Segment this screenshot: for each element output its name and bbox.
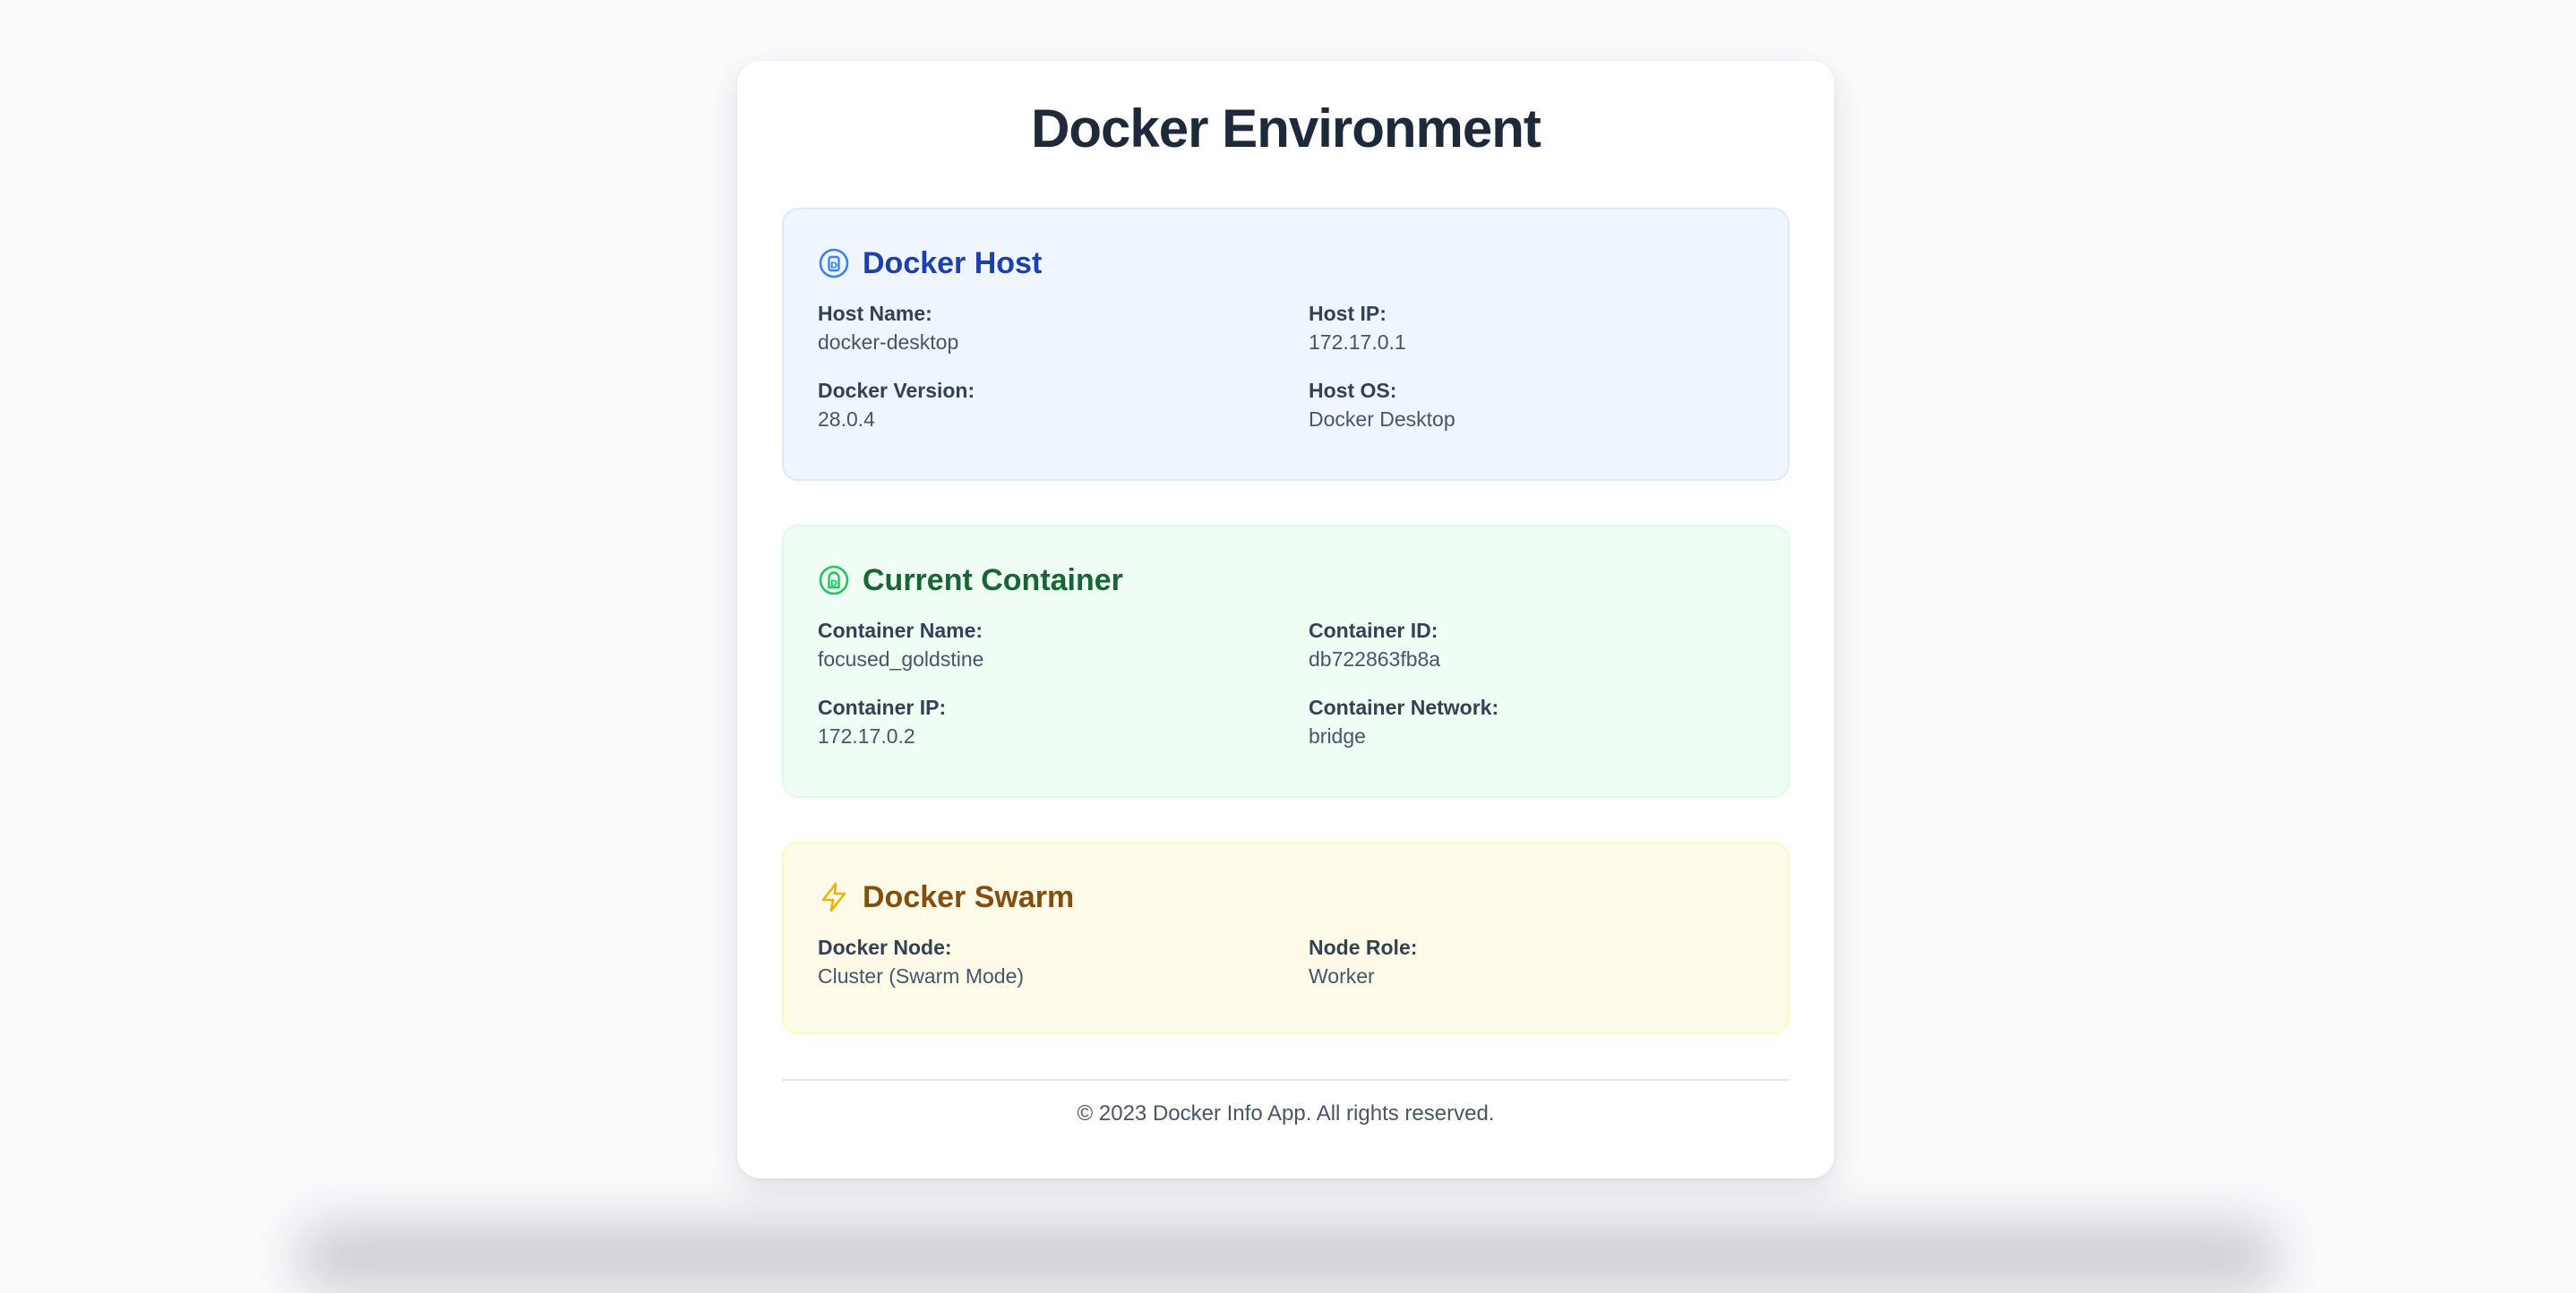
field-value: Worker — [1309, 964, 1375, 988]
section-title: Docker Host — [863, 245, 1043, 280]
field-value: focused_goldstine — [818, 647, 984, 671]
node-role-field: Node Role: Worker — [1309, 933, 1754, 990]
host-name-field: Host Name: docker-desktop — [818, 299, 1309, 356]
field-label: Host IP: — [1309, 302, 1387, 325]
field-value: db722863fb8a — [1309, 647, 1441, 671]
footer-divider — [782, 1079, 1790, 1081]
docker-host-icon: D — [818, 247, 850, 279]
section-title: Docker Swarm — [863, 879, 1075, 914]
container-network-field: Container Network: bridge — [1309, 693, 1754, 750]
field-label: Container IP: — [818, 696, 947, 719]
field-value: 28.0.4 — [818, 407, 875, 431]
field-value: Docker Desktop — [1309, 407, 1455, 431]
svg-text:D: D — [830, 579, 837, 589]
field-value: 172.17.0.1 — [1309, 330, 1406, 354]
section-header: D Current Container — [818, 561, 1754, 600]
section-header: Docker Swarm — [818, 878, 1754, 917]
lightning-icon — [818, 881, 850, 913]
field-value: 172.17.0.2 — [818, 724, 915, 748]
field-label: Container ID: — [1309, 619, 1438, 642]
section-title: Current Container — [863, 562, 1123, 597]
host-ip-field: Host IP: 172.17.0.1 — [1309, 299, 1754, 356]
field-label: Node Role: — [1309, 936, 1418, 959]
field-label: Host Name: — [818, 302, 932, 325]
field-value: bridge — [1309, 724, 1366, 748]
info-card: Docker Environment D Docker Host Host Na… — [737, 61, 1834, 1178]
field-value: docker-desktop — [818, 330, 959, 354]
field-label: Host OS: — [1309, 379, 1397, 402]
footer-copyright: © 2023 Docker Info App. All rights reser… — [1077, 1101, 1495, 1126]
container-icon: D — [818, 564, 850, 596]
container-name-field: Container Name: focused_goldstine — [818, 616, 1309, 673]
docker-host-section: D Docker Host Host Name: docker-desktop … — [782, 208, 1790, 481]
host-os-field: Host OS: Docker Desktop — [1309, 376, 1754, 433]
section-header: D Docker Host — [818, 244, 1754, 283]
docker-node-field: Docker Node: Cluster (Swarm Mode) — [818, 933, 1309, 990]
field-value: Cluster (Swarm Mode) — [818, 964, 1025, 988]
container-id-field: Container ID: db722863fb8a — [1309, 616, 1754, 673]
docker-swarm-section: Docker Swarm Docker Node: Cluster (Swarm… — [782, 842, 1790, 1034]
page-title: Docker Environment — [1031, 98, 1541, 158]
field-label: Docker Node: — [818, 936, 952, 959]
field-label: Docker Version: — [818, 379, 975, 402]
docker-version-field: Docker Version: 28.0.4 — [818, 376, 1309, 433]
field-label: Container Network: — [1309, 696, 1499, 719]
page-bottom-shadow — [296, 1221, 2280, 1293]
svg-text:D: D — [830, 261, 837, 271]
container-ip-field: Container IP: 172.17.0.2 — [818, 693, 1309, 750]
current-container-section: D Current Container Container Name: focu… — [782, 525, 1790, 798]
field-label: Container Name: — [818, 619, 983, 642]
